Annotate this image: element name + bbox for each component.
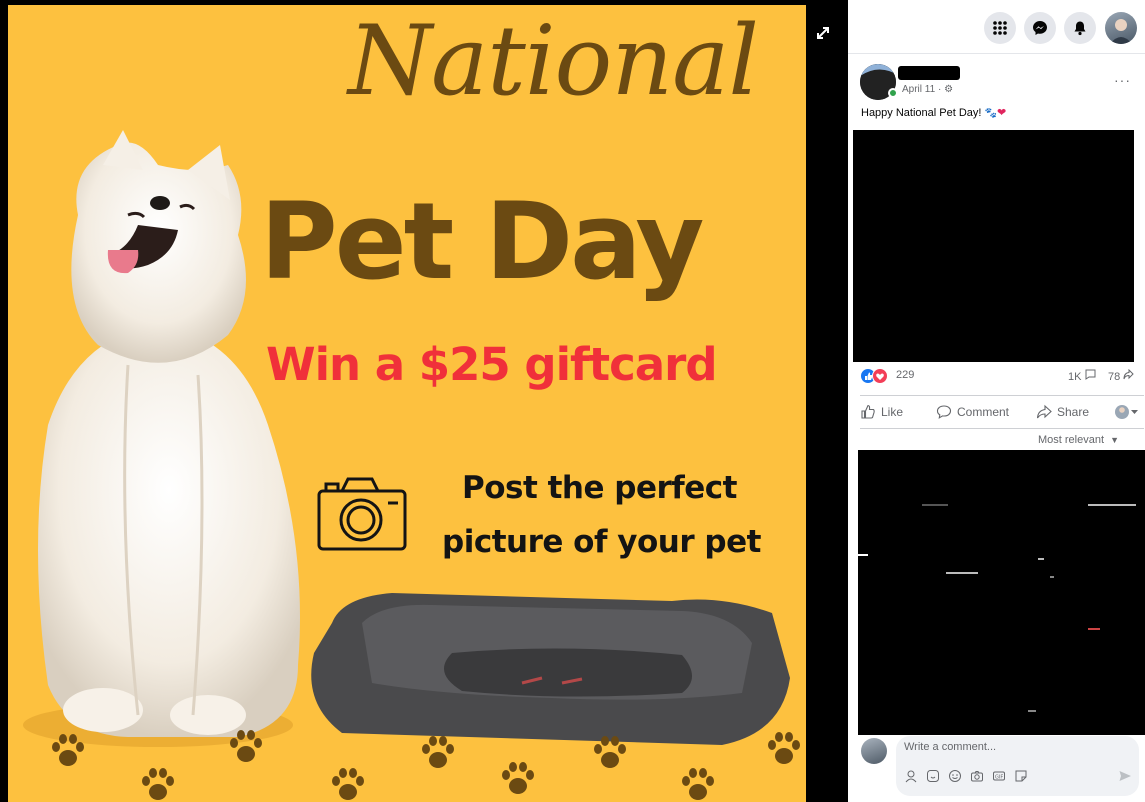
share-as-selector[interactable] — [1115, 404, 1139, 420]
redaction-artifact — [1038, 558, 1044, 560]
bell-icon[interactable] — [1064, 12, 1096, 44]
redaction-artifact — [1088, 504, 1136, 506]
redaction-artifact — [1088, 628, 1100, 630]
paw-print-icon — [332, 768, 364, 800]
camera-icon[interactable] — [970, 769, 984, 783]
redaction-artifact — [946, 572, 978, 574]
post-caption: Happy National Pet Day! 🐾❤ — [861, 106, 1006, 119]
profile-chevron-icon — [1115, 405, 1138, 419]
poster-name-redacted — [898, 66, 960, 80]
comment-input[interactable] — [904, 741, 1104, 753]
paw-print-icon — [52, 734, 84, 766]
share-label: Share — [1057, 405, 1090, 419]
poster-title-script: National — [348, 5, 759, 117]
post-action-bar: Like Comment Share — [860, 395, 1144, 429]
messenger-icon[interactable] — [1024, 12, 1056, 44]
paw-print-icon — [422, 736, 454, 768]
avatar-sticker-icon[interactable] — [904, 769, 918, 783]
photo-viewer: National Pet Day Win a $25 giftcard Post… — [0, 0, 848, 802]
paw-print-icon — [502, 762, 534, 794]
pet-day-poster-image: National Pet Day Win a $25 giftcard Post… — [8, 5, 806, 802]
post-options-icon[interactable]: ··· — [1114, 72, 1131, 88]
like-label: Like — [881, 405, 904, 419]
share-count-value: 78 — [1108, 371, 1121, 383]
emoji-icon[interactable] — [948, 769, 962, 783]
redaction-artifact — [922, 504, 948, 506]
comment-bubble-icon — [1085, 369, 1096, 380]
poster-instruction-line-2: picture of your pet — [442, 524, 761, 560]
commenter-avatar — [861, 738, 887, 764]
poster-instruction-line-1: Post the perfect — [462, 470, 738, 506]
comment-label: Comment — [957, 405, 1010, 419]
poster-prize-text: Win a $25 giftcard — [266, 338, 718, 391]
paw-emoji-icon: 🐾 — [984, 108, 997, 119]
comment-count[interactable]: 1K — [1068, 369, 1096, 383]
comment-button[interactable]: Comment — [936, 404, 1009, 420]
share-icon — [1036, 404, 1052, 419]
redaction-artifact — [1028, 710, 1036, 712]
post-sidebar: April 11 · ⚙ ··· Happy National Pet Day!… — [848, 0, 1145, 802]
account-avatar[interactable] — [1105, 12, 1137, 44]
sticker-icon[interactable] — [926, 769, 940, 783]
reaction-count[interactable]: 229 — [896, 369, 914, 381]
post-caption-text: Happy National Pet Day! — [861, 107, 985, 119]
gif-icon[interactable]: GIF — [992, 769, 1006, 783]
paw-print-icon — [768, 732, 800, 764]
camera-icon — [317, 477, 407, 551]
share-button[interactable]: Share — [1036, 404, 1089, 420]
post-timestamp[interactable]: April 11 · ⚙ — [902, 84, 953, 95]
chevron-down-icon: ▼ — [1110, 435, 1120, 445]
globe-icon: ⚙ — [944, 84, 954, 95]
online-status-dot — [888, 88, 898, 98]
top-navigation-bar — [848, 0, 1145, 54]
paw-print-icon — [142, 768, 174, 800]
redaction-artifact — [1050, 576, 1054, 578]
reaction-summary-row: 229 1K 78 — [860, 366, 1144, 386]
grid-menu-icon[interactable] — [984, 12, 1016, 44]
heart-emoji-icon: ❤ — [996, 107, 1007, 119]
samoyed-dog-illustration — [23, 130, 300, 747]
post-image-redacted[interactable] — [853, 130, 1134, 362]
paw-print-icon — [682, 768, 714, 800]
comment-count-value: 1K — [1068, 371, 1082, 383]
comment-sort-dropdown[interactable]: Most relevant ▼ — [1038, 434, 1119, 446]
svg-text:GIF: GIF — [995, 775, 1003, 781]
comments-redacted — [858, 450, 1145, 735]
pet-bed-illustration — [311, 593, 790, 745]
comment-sort-label: Most relevant — [1038, 434, 1105, 446]
like-button[interactable]: Like — [860, 404, 903, 420]
sticker-pack-icon[interactable] — [1014, 769, 1028, 783]
like-love-reaction-icons[interactable] — [860, 368, 892, 384]
paw-print-icon — [230, 730, 262, 762]
comment-composer: GIF — [896, 736, 1139, 796]
thumbs-up-icon — [861, 404, 875, 419]
comment-icon — [936, 405, 952, 419]
redaction-artifact — [858, 554, 868, 556]
paw-print-icon — [594, 736, 626, 768]
share-count[interactable]: 78 — [1108, 368, 1135, 383]
expand-icon[interactable] — [812, 22, 834, 44]
send-icon[interactable] — [1118, 769, 1132, 783]
share-arrow-icon — [1123, 368, 1135, 380]
